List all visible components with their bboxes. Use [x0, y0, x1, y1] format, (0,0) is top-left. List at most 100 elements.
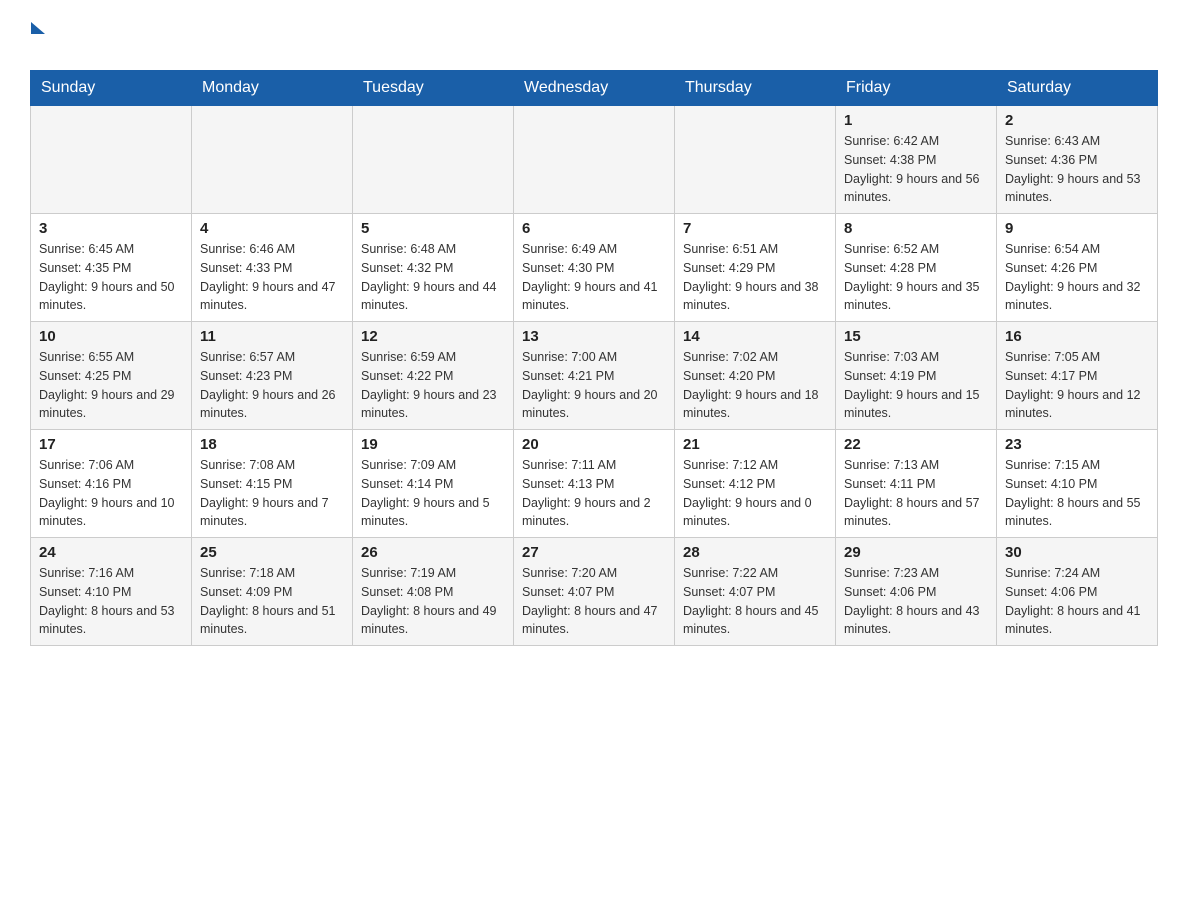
- day-info: Sunrise: 6:55 AMSunset: 4:25 PMDaylight:…: [39, 348, 183, 423]
- day-number: 15: [844, 328, 988, 345]
- day-info: Sunrise: 7:24 AMSunset: 4:06 PMDaylight:…: [1005, 564, 1149, 639]
- page-header: [30, 20, 1158, 60]
- calendar-day-cell: 8 Sunrise: 6:52 AMSunset: 4:28 PMDaylight…: [836, 214, 997, 322]
- day-number: 29: [844, 544, 988, 561]
- calendar-day-cell: [675, 106, 836, 214]
- day-info: Sunrise: 7:22 AMSunset: 4:07 PMDaylight:…: [683, 564, 827, 639]
- day-number: 30: [1005, 544, 1149, 561]
- day-info: Sunrise: 7:20 AMSunset: 4:07 PMDaylight:…: [522, 564, 666, 639]
- day-number: 26: [361, 544, 505, 561]
- calendar-day-cell: 17 Sunrise: 7:06 AMSunset: 4:16 PMDayligh…: [31, 430, 192, 538]
- day-info: Sunrise: 7:13 AMSunset: 4:11 PMDaylight:…: [844, 456, 988, 531]
- day-number: 7: [683, 220, 827, 237]
- day-number: 20: [522, 436, 666, 453]
- calendar-day-cell: 5 Sunrise: 6:48 AMSunset: 4:32 PMDaylight…: [353, 214, 514, 322]
- calendar-day-cell: [192, 106, 353, 214]
- calendar-day-cell: 19 Sunrise: 7:09 AMSunset: 4:14 PMDayligh…: [353, 430, 514, 538]
- calendar-day-cell: 11Sunrise: 6:57 AMSunset: 4:23 PMDayligh…: [192, 322, 353, 430]
- day-number: 14: [683, 328, 827, 345]
- day-number: 13: [522, 328, 666, 345]
- calendar-day-cell: 29 Sunrise: 7:23 AMSunset: 4:06 PMDayligh…: [836, 538, 997, 646]
- day-info: Sunrise: 7:03 AMSunset: 4:19 PMDaylight:…: [844, 348, 988, 423]
- calendar-day-cell: 27 Sunrise: 7:20 AMSunset: 4:07 PMDayligh…: [514, 538, 675, 646]
- weekday-header-friday: Friday: [836, 71, 997, 106]
- day-info: Sunrise: 6:48 AMSunset: 4:32 PMDaylight:…: [361, 240, 505, 315]
- calendar-day-cell: [514, 106, 675, 214]
- calendar-week-row: 24 Sunrise: 7:16 AMSunset: 4:10 PMDayligh…: [31, 538, 1158, 646]
- weekday-header-wednesday: Wednesday: [514, 71, 675, 106]
- day-number: 5: [361, 220, 505, 237]
- calendar-day-cell: 16 Sunrise: 7:05 AMSunset: 4:17 PMDayligh…: [997, 322, 1158, 430]
- calendar-day-cell: 26 Sunrise: 7:19 AMSunset: 4:08 PMDayligh…: [353, 538, 514, 646]
- day-info: Sunrise: 7:16 AMSunset: 4:10 PMDaylight:…: [39, 564, 183, 639]
- day-info: Sunrise: 7:05 AMSunset: 4:17 PMDaylight:…: [1005, 348, 1149, 423]
- day-number: 21: [683, 436, 827, 453]
- day-number: 8: [844, 220, 988, 237]
- day-info: Sunrise: 6:43 AMSunset: 4:36 PMDaylight:…: [1005, 132, 1149, 207]
- day-info: Sunrise: 6:52 AMSunset: 4:28 PMDaylight:…: [844, 240, 988, 315]
- day-info: Sunrise: 7:11 AMSunset: 4:13 PMDaylight:…: [522, 456, 666, 531]
- weekday-header-row: SundayMondayTuesdayWednesdayThursdayFrid…: [31, 71, 1158, 106]
- day-number: 11: [200, 328, 344, 345]
- calendar-day-cell: 13 Sunrise: 7:00 AMSunset: 4:21 PMDayligh…: [514, 322, 675, 430]
- calendar-day-cell: 9 Sunrise: 6:54 AMSunset: 4:26 PMDaylight…: [997, 214, 1158, 322]
- calendar-day-cell: 24 Sunrise: 7:16 AMSunset: 4:10 PMDayligh…: [31, 538, 192, 646]
- day-info: Sunrise: 6:59 AMSunset: 4:22 PMDaylight:…: [361, 348, 505, 423]
- weekday-header-saturday: Saturday: [997, 71, 1158, 106]
- weekday-header-thursday: Thursday: [675, 71, 836, 106]
- day-number: 3: [39, 220, 183, 237]
- day-number: 28: [683, 544, 827, 561]
- day-info: Sunrise: 7:02 AMSunset: 4:20 PMDaylight:…: [683, 348, 827, 423]
- day-number: 23: [1005, 436, 1149, 453]
- day-number: 10: [39, 328, 183, 345]
- day-info: Sunrise: 7:08 AMSunset: 4:15 PMDaylight:…: [200, 456, 344, 531]
- day-number: 17: [39, 436, 183, 453]
- day-number: 16: [1005, 328, 1149, 345]
- calendar-day-cell: [353, 106, 514, 214]
- day-number: 22: [844, 436, 988, 453]
- calendar-day-cell: 25 Sunrise: 7:18 AMSunset: 4:09 PMDayligh…: [192, 538, 353, 646]
- calendar-week-row: 1 Sunrise: 6:42 AMSunset: 4:38 PMDaylight…: [31, 106, 1158, 214]
- weekday-header-monday: Monday: [192, 71, 353, 106]
- calendar-table: SundayMondayTuesdayWednesdayThursdayFrid…: [30, 70, 1158, 646]
- day-info: Sunrise: 6:42 AMSunset: 4:38 PMDaylight:…: [844, 132, 988, 207]
- day-number: 19: [361, 436, 505, 453]
- day-info: Sunrise: 7:06 AMSunset: 4:16 PMDaylight:…: [39, 456, 183, 531]
- calendar-day-cell: 4 Sunrise: 6:46 AMSunset: 4:33 PMDaylight…: [192, 214, 353, 322]
- calendar-day-cell: 22 Sunrise: 7:13 AMSunset: 4:11 PMDayligh…: [836, 430, 997, 538]
- calendar-day-cell: 21Sunrise: 7:12 AMSunset: 4:12 PMDayligh…: [675, 430, 836, 538]
- logo-arrow-icon: [31, 22, 45, 34]
- day-number: 6: [522, 220, 666, 237]
- day-info: Sunrise: 7:18 AMSunset: 4:09 PMDaylight:…: [200, 564, 344, 639]
- day-info: Sunrise: 7:15 AMSunset: 4:10 PMDaylight:…: [1005, 456, 1149, 531]
- day-info: Sunrise: 7:23 AMSunset: 4:06 PMDaylight:…: [844, 564, 988, 639]
- day-info: Sunrise: 6:45 AMSunset: 4:35 PMDaylight:…: [39, 240, 183, 315]
- day-number: 27: [522, 544, 666, 561]
- calendar-day-cell: 18Sunrise: 7:08 AMSunset: 4:15 PMDayligh…: [192, 430, 353, 538]
- calendar-day-cell: 15 Sunrise: 7:03 AMSunset: 4:19 PMDayligh…: [836, 322, 997, 430]
- day-number: 1: [844, 112, 988, 129]
- calendar-week-row: 10 Sunrise: 6:55 AMSunset: 4:25 PMDayligh…: [31, 322, 1158, 430]
- calendar-day-cell: 20 Sunrise: 7:11 AMSunset: 4:13 PMDayligh…: [514, 430, 675, 538]
- day-number: 4: [200, 220, 344, 237]
- calendar-day-cell: 6 Sunrise: 6:49 AMSunset: 4:30 PMDaylight…: [514, 214, 675, 322]
- calendar-day-cell: [31, 106, 192, 214]
- day-info: Sunrise: 6:51 AMSunset: 4:29 PMDaylight:…: [683, 240, 827, 315]
- calendar-day-cell: 1 Sunrise: 6:42 AMSunset: 4:38 PMDaylight…: [836, 106, 997, 214]
- day-info: Sunrise: 7:19 AMSunset: 4:08 PMDaylight:…: [361, 564, 505, 639]
- day-number: 25: [200, 544, 344, 561]
- calendar-day-cell: 2 Sunrise: 6:43 AMSunset: 4:36 PMDaylight…: [997, 106, 1158, 214]
- weekday-header-sunday: Sunday: [31, 71, 192, 106]
- day-info: Sunrise: 7:09 AMSunset: 4:14 PMDaylight:…: [361, 456, 505, 531]
- day-info: Sunrise: 6:49 AMSunset: 4:30 PMDaylight:…: [522, 240, 666, 315]
- day-number: 9: [1005, 220, 1149, 237]
- day-info: Sunrise: 6:46 AMSunset: 4:33 PMDaylight:…: [200, 240, 344, 315]
- calendar-week-row: 3 Sunrise: 6:45 AMSunset: 4:35 PMDaylight…: [31, 214, 1158, 322]
- day-info: Sunrise: 6:54 AMSunset: 4:26 PMDaylight:…: [1005, 240, 1149, 315]
- day-number: 24: [39, 544, 183, 561]
- calendar-day-cell: 10 Sunrise: 6:55 AMSunset: 4:25 PMDayligh…: [31, 322, 192, 430]
- weekday-header-tuesday: Tuesday: [353, 71, 514, 106]
- calendar-day-cell: 12Sunrise: 6:59 AMSunset: 4:22 PMDayligh…: [353, 322, 514, 430]
- day-number: 2: [1005, 112, 1149, 129]
- day-info: Sunrise: 7:00 AMSunset: 4:21 PMDaylight:…: [522, 348, 666, 423]
